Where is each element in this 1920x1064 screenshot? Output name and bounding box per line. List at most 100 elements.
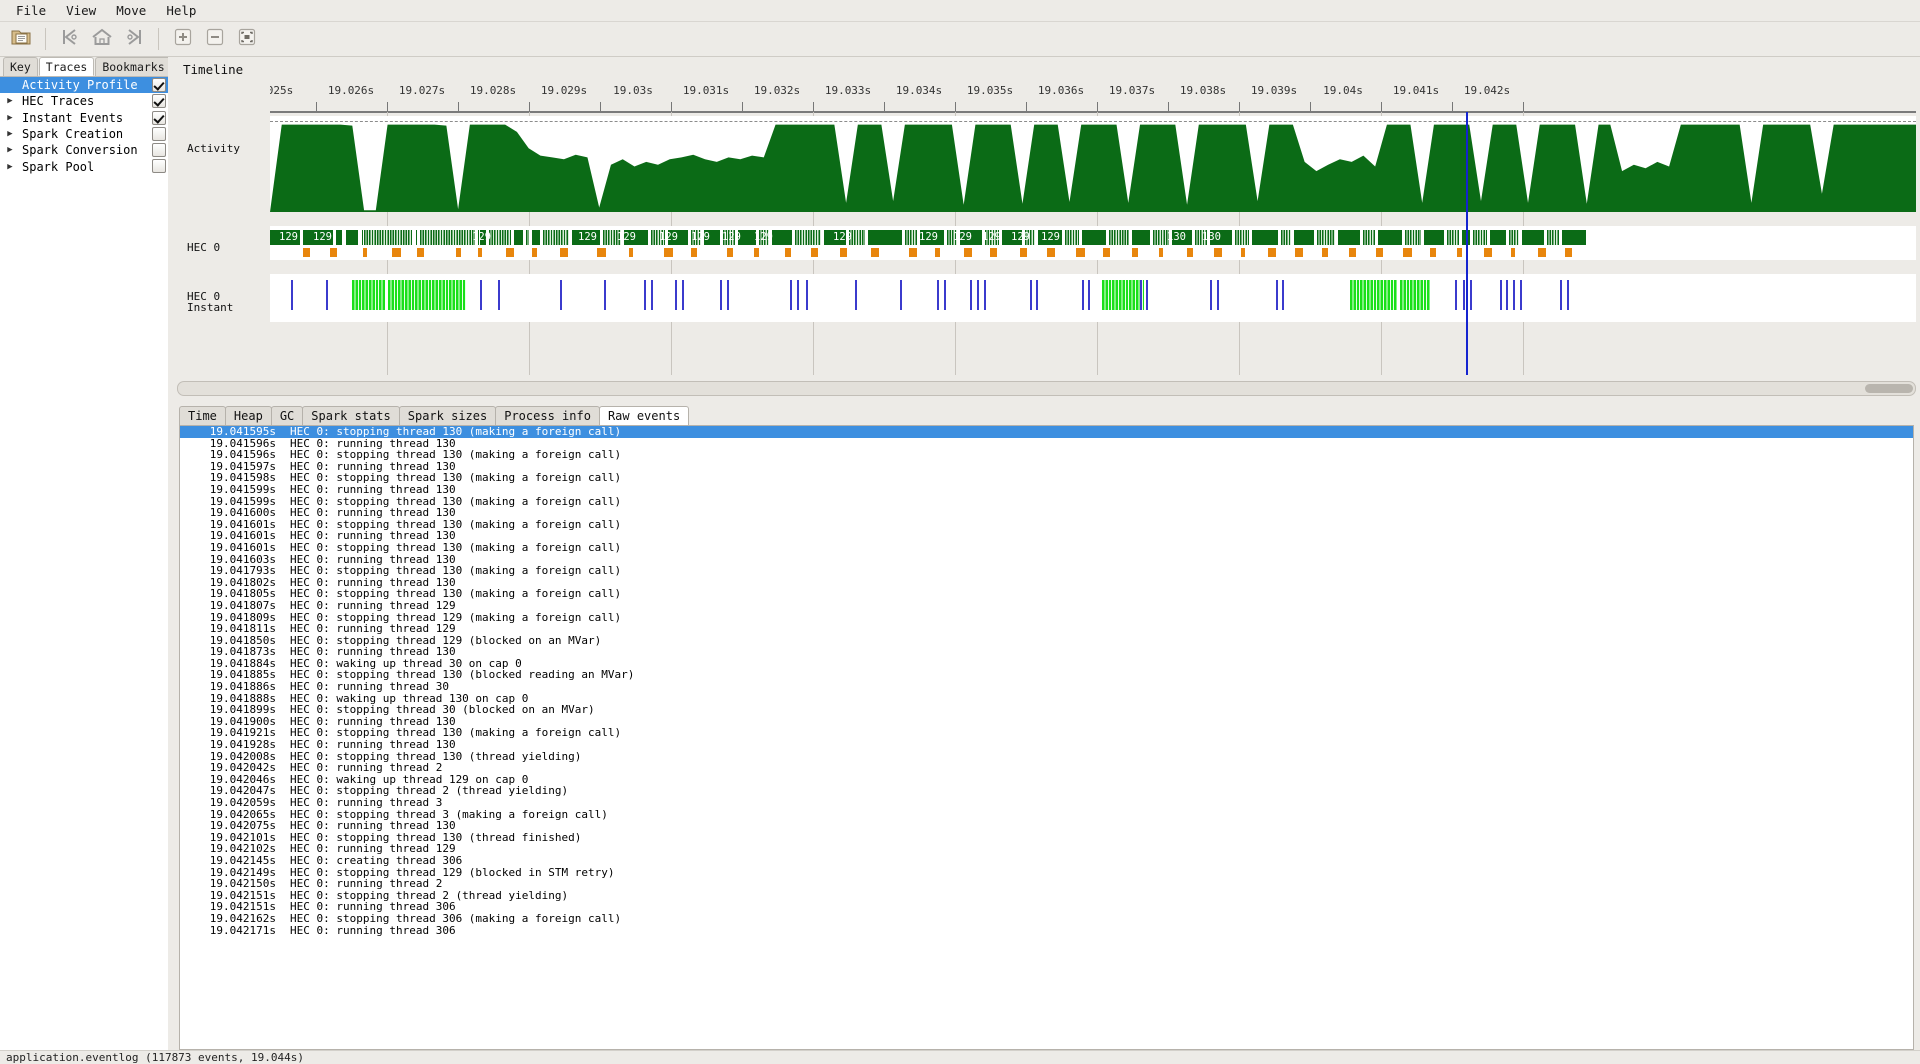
chevron-right-icon[interactable]: ▶	[0, 126, 20, 142]
menu-item-view[interactable]: View	[56, 1, 106, 20]
table-row[interactable]: 19.041595s HEC 0: stopping thread 130 (ma…	[180, 426, 1913, 438]
checkbox-instant-events[interactable]	[152, 110, 166, 125]
instant-event-tick	[984, 280, 986, 310]
zoom-fit-button[interactable]	[232, 25, 262, 53]
gc-marker	[1565, 248, 1572, 257]
event-description: HEC 0: running thread 129	[290, 598, 456, 612]
open-file-button[interactable]	[6, 25, 36, 53]
sidebar-item-spark-pool[interactable]: ▶ Spark Pool	[0, 158, 172, 174]
gc-marker	[1322, 248, 1328, 257]
raw-events-list[interactable]: 19.041595s HEC 0: stopping thread 130 (ma…	[179, 425, 1914, 1050]
instant-event-cluster	[1102, 280, 1144, 310]
chevron-right-icon[interactable]: ▶	[0, 159, 20, 175]
table-row[interactable]: 19.042171s HEC 0: running thread 306	[180, 924, 1913, 937]
toolbar-separator-2	[158, 28, 159, 50]
table-row[interactable]: 19.041600s HEC 0: running thread 130	[180, 507, 1913, 519]
jump-to-start-button[interactable]	[55, 25, 85, 53]
event-time: 19.041599s	[209, 482, 276, 496]
gc-marker	[363, 248, 367, 257]
zoom-out-button[interactable]	[200, 25, 230, 53]
table-row[interactable]: 19.041793s HEC 0: stopping thread 130 (ma…	[180, 565, 1913, 577]
status-bar: application.eventlog (117873 events, 19.…	[0, 1050, 1920, 1064]
table-row[interactable]: 19.041601s HEC 0: stopping thread 130 (ma…	[180, 542, 1913, 554]
gc-marker	[1538, 248, 1546, 257]
table-row[interactable]: 19.042059s HEC 0: running thread 3	[180, 797, 1913, 809]
hec-run-segment	[1132, 230, 1150, 245]
event-time: 19.042162s	[209, 911, 276, 925]
chevron-right-icon[interactable]: ▶	[0, 93, 20, 109]
hec-0-gc-track[interactable]	[270, 248, 1916, 260]
hec-0-running-track[interactable]: 129 129 129 129 129 129 129 129 129 129 129 129 129 1…	[270, 226, 1916, 248]
chevron-right-icon[interactable]: ▶	[0, 110, 20, 126]
menu-item-move[interactable]: Move	[106, 1, 156, 20]
hec-run-segment	[1405, 230, 1421, 245]
tab-spark-sizes[interactable]: Spark sizes	[398, 406, 497, 426]
instant-event-tick	[682, 280, 684, 310]
sidebar-item-hec-traces[interactable]: ▶ HEC Traces	[0, 93, 172, 109]
chevron-right-icon[interactable]: ▶	[0, 142, 20, 158]
tab-heap[interactable]: Heap	[224, 406, 272, 426]
home-button[interactable]	[87, 25, 117, 53]
instant-event-tick	[1506, 280, 1508, 310]
table-row[interactable]: 19.042145s HEC 0: creating thread 306	[180, 855, 1913, 867]
tab-traces[interactable]: Traces	[38, 57, 95, 76]
checkbox-spark-creation[interactable]	[152, 126, 166, 141]
table-row[interactable]: 19.041807s HEC 0: running thread 129	[180, 600, 1913, 612]
menu-item-file[interactable]: File	[6, 1, 56, 20]
checkbox-activity-profile[interactable]	[152, 78, 166, 92]
hec-thread-id-label: 129	[754, 231, 773, 243]
timeline-horizontal-scrollbar[interactable]	[177, 381, 1916, 396]
table-row[interactable]: 19.042150s HEC 0: running thread 2	[180, 878, 1913, 890]
sidebar-item-spark-creation[interactable]: ▶ Spark Creation	[0, 126, 172, 142]
sidebar-item-label: Spark Conversion	[22, 143, 138, 158]
jump-to-end-button[interactable]	[119, 25, 149, 53]
table-row[interactable]: 19.041928s HEC 0: running thread 130	[180, 739, 1913, 751]
timeline-cursor[interactable]	[1466, 112, 1468, 375]
instant-event-tick	[720, 280, 722, 310]
timeline-scrollbar-thumb[interactable]	[1865, 384, 1913, 393]
gc-marker	[754, 248, 759, 257]
hec-run-segment	[1424, 230, 1444, 245]
row-label-hec-0-instant-line2: Instant	[187, 301, 234, 314]
checkbox-hec-traces[interactable]	[152, 94, 166, 109]
axis-tick-label: 19.035s	[966, 84, 1014, 97]
checkbox-spark-pool[interactable]	[152, 159, 166, 174]
gc-marker	[560, 248, 568, 257]
sidebar-item-label: HEC Traces	[22, 94, 95, 109]
tab-key[interactable]: Key	[3, 57, 38, 76]
checkbox-spark-conversion[interactable]	[152, 143, 166, 158]
event-description: HEC 0: stopping thread 130 (making a for…	[290, 540, 622, 554]
timeline-canvas[interactable]: 025s 19.026s 19.027s 19.028s 19.029s 19.…	[270, 80, 1916, 375]
tab-time[interactable]: Time	[179, 406, 226, 426]
sidebar-item-activity-profile[interactable]: Activity Profile	[0, 77, 172, 94]
axis-tick-label: 19.031s	[682, 84, 730, 97]
hec-run-segment	[364, 230, 412, 245]
gc-marker	[1484, 248, 1492, 257]
gc-marker	[629, 248, 633, 257]
activity-profile-chart[interactable]	[270, 116, 1916, 212]
sidebar-item-spark-conversion[interactable]: ▶ Spark Conversion	[0, 142, 172, 158]
tab-raw-events[interactable]: Raw events	[598, 406, 690, 426]
table-row[interactable]: 19.041811s HEC 0: running thread 129	[180, 623, 1913, 635]
tab-bookmarks[interactable]: Bookmarks	[95, 57, 172, 76]
timeline-ruler[interactable]: 025s 19.026s 19.027s 19.028s 19.029s 19.…	[270, 80, 1916, 113]
table-row[interactable]: 19.041886s HEC 0: running thread 30	[180, 681, 1913, 693]
tab-process-info[interactable]: Process info	[495, 406, 600, 426]
menu-item-help[interactable]: Help	[156, 1, 206, 20]
table-row[interactable]: 19.042162s HEC 0: stopping thread 306 (ma…	[180, 913, 1913, 925]
gc-marker	[1457, 248, 1462, 257]
zoom-in-button[interactable]	[168, 25, 198, 53]
table-row[interactable]: 19.041599s HEC 0: running thread 130	[180, 484, 1913, 496]
hec-run-segment	[1252, 230, 1278, 245]
event-time: 19.041811s	[209, 622, 276, 636]
instant-event-tick	[480, 280, 482, 310]
hec-run-segment	[1447, 230, 1459, 245]
gc-marker	[1103, 248, 1110, 257]
bottom-notebook: Time Heap GC Spark stats Spark sizes Pro…	[173, 399, 1920, 1050]
hec-0-instant-track[interactable]	[270, 274, 1916, 322]
hec-run-segment	[868, 230, 902, 245]
jump-to-start-icon	[59, 27, 81, 51]
tab-gc[interactable]: GC	[270, 406, 304, 426]
sidebar-item-instant-events[interactable]: ▶ Instant Events	[0, 110, 172, 126]
tab-spark-stats[interactable]: Spark stats	[302, 406, 400, 426]
